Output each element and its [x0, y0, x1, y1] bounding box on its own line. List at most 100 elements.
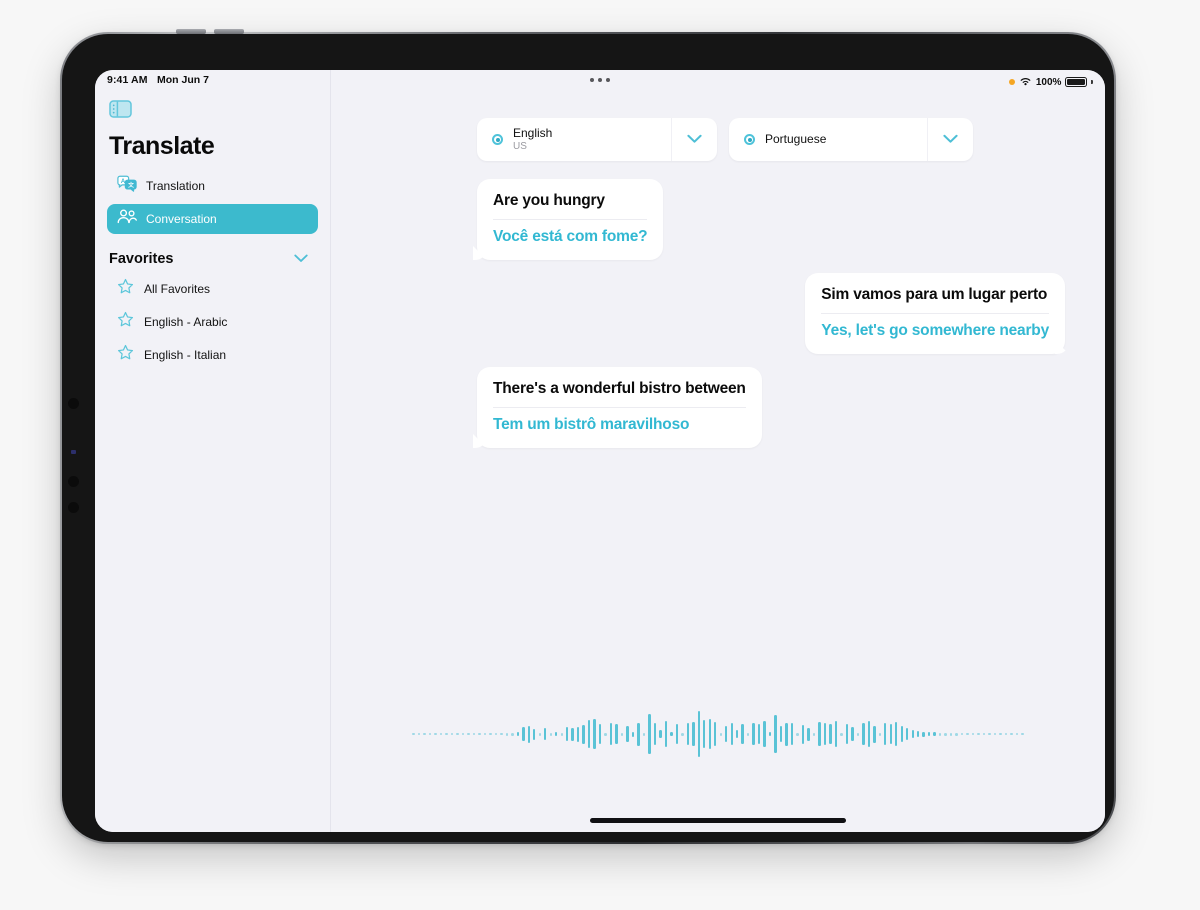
waveform-bar — [533, 728, 536, 740]
waveform-bar — [807, 727, 810, 741]
waveform-bar — [845, 724, 849, 744]
source-language-texts: English US — [513, 125, 553, 152]
waveform-bar — [703, 720, 706, 748]
waveform-bar — [977, 733, 980, 735]
waveform-bar — [670, 732, 673, 736]
waveform-bar — [516, 732, 520, 736]
conversation-bubble[interactable]: There's a wonderful bistro between Tem u… — [477, 367, 762, 448]
waveform-bar — [949, 732, 953, 736]
sidebar-item-english-italian[interactable]: English - Italian — [107, 338, 318, 371]
waveform-bar — [637, 722, 640, 746]
star-icon — [117, 278, 134, 300]
target-language-main[interactable]: Portuguese — [729, 118, 927, 161]
bubble-translated-text: Você está com fome? — [493, 228, 648, 245]
waveform-bar — [730, 723, 733, 745]
waveform-bar — [648, 714, 651, 754]
waveform-bar — [779, 726, 783, 742]
two-people-icon — [117, 209, 137, 229]
waveform-bar — [741, 724, 744, 744]
waveform-bar — [423, 733, 426, 735]
waveform-bar — [823, 723, 827, 745]
waveform-bar — [604, 732, 607, 736]
waveform-bar — [522, 727, 525, 741]
waveform-bar — [746, 732, 750, 736]
waveform-bar — [527, 725, 530, 743]
waveform-bar — [900, 726, 903, 742]
favorites-section-header[interactable]: Favorites — [107, 250, 318, 268]
star-icon — [117, 311, 134, 333]
waveform-bar — [478, 733, 481, 735]
chevron-down-icon[interactable] — [294, 250, 308, 268]
waveform-bar — [796, 732, 799, 736]
waveform-bar — [653, 723, 657, 745]
waveform-bar — [417, 733, 421, 735]
target-language-dropdown-button[interactable] — [927, 118, 973, 161]
waveform-bar — [576, 726, 580, 742]
conversation-row: There's a wonderful bistro between Tem u… — [477, 367, 1077, 448]
waveform-bar — [560, 732, 563, 736]
bubble-translated-text: Tem um bistrô maravilhoso — [493, 416, 690, 433]
sidebar-item-translation[interactable]: A 文 Translation — [107, 171, 318, 201]
sidebar-item-english-arabic[interactable]: English - Arabic — [107, 305, 318, 338]
waveform-bar — [571, 727, 574, 741]
waveform-bar — [851, 727, 854, 741]
waveform-bar — [982, 733, 986, 735]
target-language-texts: Portuguese — [765, 132, 826, 147]
waveform-bar — [960, 733, 964, 735]
waveform-bar — [867, 721, 871, 747]
waveform-bar — [911, 730, 914, 738]
tablet-screen: 9:41 AM Mon Jun 7 100% Translate A 文 Tra… — [95, 70, 1105, 832]
waveform-bar — [955, 732, 958, 736]
bubble-translated-text: Yes, let's go somewhere nearby — [821, 322, 1049, 339]
source-language-name: English — [513, 125, 553, 140]
bubble-source-text: There's a wonderful bistro between — [493, 380, 746, 397]
volume-down-button[interactable] — [214, 29, 244, 34]
side-speaker-hole — [68, 398, 79, 409]
waveform-bar — [736, 730, 739, 738]
conversation-pane: English US Portuguese Are you hungry Voc… — [331, 70, 1105, 832]
sidebar-item-label: All Favorites — [144, 281, 211, 296]
waveform-bar — [538, 732, 541, 736]
waveform-bar — [785, 722, 788, 746]
source-language-selector[interactable]: English US — [477, 118, 717, 161]
waveform-bar — [927, 732, 931, 736]
waveform-bar — [988, 733, 991, 735]
waveform-bar — [659, 730, 662, 738]
waveform-bar — [818, 722, 821, 746]
waveform-bar — [878, 732, 881, 736]
side-led-indicator — [71, 450, 76, 454]
waveform-bar — [889, 724, 892, 744]
sidebar-item-label: Translation — [146, 179, 205, 193]
svg-text:文: 文 — [128, 181, 134, 189]
waveform-bar — [483, 733, 487, 735]
source-language-main[interactable]: English US — [477, 118, 671, 161]
waveform-bar — [829, 724, 832, 744]
bubble-source-text: Are you hungry — [493, 192, 605, 209]
side-speaker-hole — [68, 476, 79, 487]
listening-waveform[interactable] — [331, 704, 1105, 764]
waveform-bar — [472, 733, 476, 735]
chevron-down-icon — [943, 131, 958, 149]
waveform-bar — [774, 715, 777, 753]
waveform-bar — [938, 732, 942, 736]
source-language-dropdown-button[interactable] — [671, 118, 717, 161]
target-language-selector[interactable]: Portuguese — [729, 118, 973, 161]
bubble-source-text: Sim vamos para um lugar perto — [821, 286, 1048, 303]
waveform-bar — [812, 732, 816, 736]
conversation-bubble[interactable]: Are you hungry Você está com fome? — [477, 179, 664, 260]
conversation-bubble[interactable]: Sim vamos para um lugar perto Yes, let's… — [805, 273, 1065, 354]
waveform-bar — [862, 723, 865, 745]
waveform-bar — [999, 733, 1002, 735]
volume-up-button[interactable] — [176, 29, 206, 34]
waveform-bar — [752, 723, 755, 745]
sidebar-item-conversation[interactable]: Conversation — [107, 204, 318, 234]
waveform-bar — [873, 725, 876, 743]
bubble-divider — [493, 219, 648, 220]
sidebar-toggle-icon[interactable] — [109, 100, 132, 118]
sidebar-item-all-favorites[interactable]: All Favorites — [107, 272, 318, 305]
favorites-title: Favorites — [109, 251, 174, 267]
sidebar-item-label: English - Arabic — [144, 314, 228, 329]
waveform-bar — [549, 732, 552, 736]
home-indicator[interactable] — [590, 818, 846, 823]
sidebar-item-label: English - Italian — [144, 347, 227, 362]
